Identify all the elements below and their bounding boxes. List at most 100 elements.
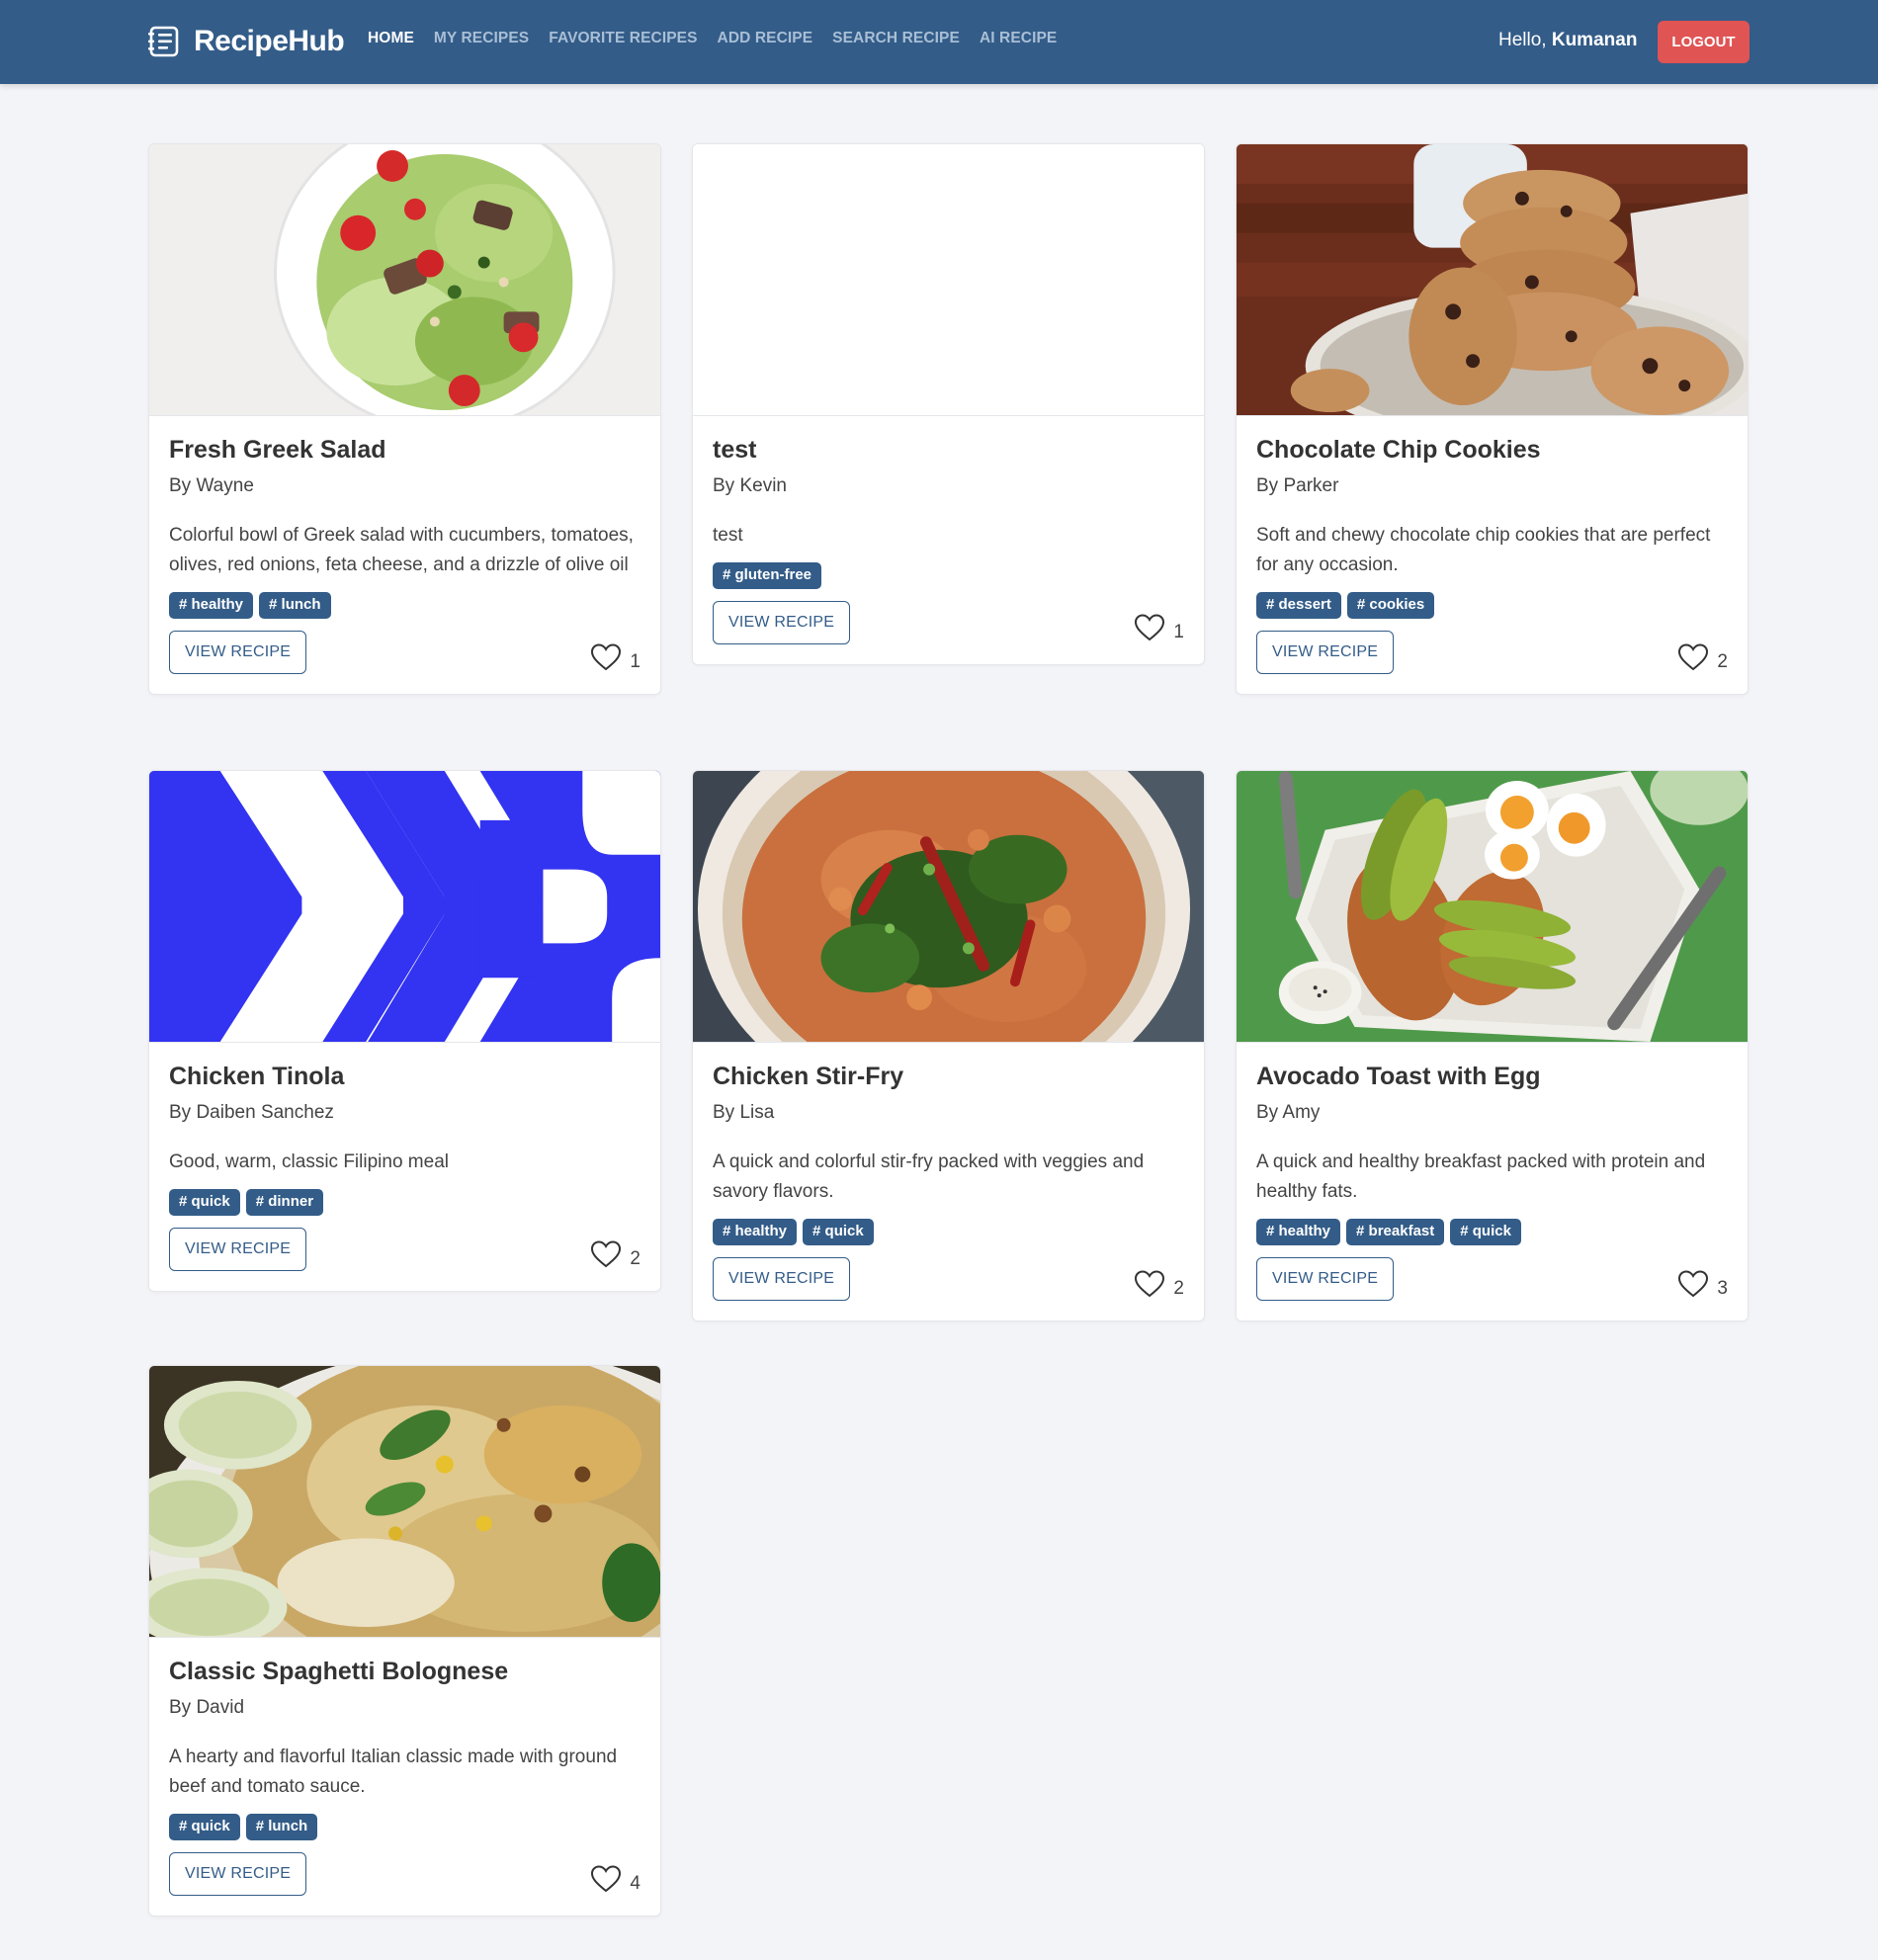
- recipe-list-icon: [148, 26, 179, 57]
- heart-icon[interactable]: [590, 1864, 622, 1894]
- like-control: 2: [590, 1239, 640, 1271]
- like-control: 2: [1677, 642, 1728, 674]
- logout-button[interactable]: LOGOUT: [1658, 21, 1750, 63]
- like-control: 1: [590, 642, 640, 674]
- heart-icon[interactable]: [1134, 1269, 1165, 1299]
- recipe-image: [149, 771, 660, 1043]
- cookies-photo: [1237, 144, 1748, 415]
- avocado-toast-photo: [1237, 771, 1748, 1042]
- card-footer: VIEW RECIPE 2: [713, 1257, 1184, 1301]
- stir-fry-photo: [693, 771, 1204, 1042]
- tag-dessert[interactable]: # dessert: [1256, 592, 1341, 619]
- heart-icon[interactable]: [590, 1239, 622, 1269]
- recipe-card-body: Fresh Greek Salad By Wayne Colorful bowl…: [149, 416, 660, 694]
- nav-ai-recipe[interactable]: AI RECIPE: [980, 30, 1057, 47]
- recipe-card: Classic Spaghetti Bolognese By David A h…: [148, 1365, 661, 1917]
- view-recipe-button[interactable]: VIEW RECIPE: [713, 1257, 851, 1301]
- recipe-author: By Parker: [1256, 475, 1339, 496]
- biryani-photo: [149, 1366, 660, 1637]
- tag-gluten-free[interactable]: # gluten-free: [713, 562, 822, 589]
- recipe-card-body: Classic Spaghetti Bolognese By David A h…: [149, 1638, 660, 1916]
- like-count: 2: [1717, 651, 1728, 672]
- recipe-image: [149, 144, 660, 416]
- nav-home[interactable]: HOME: [368, 30, 414, 47]
- recipe-card-body: Avocado Toast with Egg By Amy A quick an…: [1237, 1043, 1748, 1321]
- tag-list: # healthy # lunch: [169, 592, 640, 619]
- tag-list: # dessert # cookies: [1256, 592, 1728, 619]
- nav-add-recipe[interactable]: ADD RECIPE: [718, 30, 813, 47]
- view-recipe-button[interactable]: VIEW RECIPE: [713, 601, 851, 644]
- brand-link[interactable]: RecipeHub: [146, 20, 345, 63]
- card-footer: VIEW RECIPE 3: [1256, 1257, 1728, 1301]
- tag-quick[interactable]: # quick: [1450, 1219, 1521, 1245]
- view-recipe-button[interactable]: VIEW RECIPE: [1256, 631, 1395, 674]
- recipe-image: [1237, 771, 1748, 1043]
- greek-salad-photo: [149, 144, 660, 415]
- tag-quick[interactable]: # quick: [169, 1189, 240, 1216]
- tag-healthy[interactable]: # healthy: [169, 592, 254, 619]
- heart-icon[interactable]: [1677, 642, 1709, 672]
- recipe-title: Chicken Stir-Fry: [713, 1063, 904, 1090]
- recipe-author: By Wayne: [169, 475, 254, 496]
- recipe-description: A quick and healthy breakfast packed wit…: [1256, 1151, 1706, 1202]
- tag-lunch[interactable]: # lunch: [259, 592, 331, 619]
- recipe-card-body: Chocolate Chip Cookies By Parker Soft an…: [1237, 416, 1748, 694]
- recipe-image: [693, 771, 1204, 1043]
- card-footer: VIEW RECIPE 1: [713, 601, 1184, 644]
- recipe-title: test: [713, 436, 757, 464]
- tag-quick[interactable]: # quick: [803, 1219, 874, 1245]
- recipe-author: By Kevin: [713, 475, 787, 496]
- blank-image: [693, 144, 1204, 415]
- recipe-card: Chicken Tinola By Daiben Sanchez Good, w…: [148, 770, 661, 1292]
- recipe-card-body: Chicken Stir-Fry By Lisa A quick and col…: [693, 1043, 1204, 1321]
- view-recipe-button[interactable]: VIEW RECIPE: [169, 1228, 307, 1271]
- main-nav: HOME MY RECIPES FAVORITE RECIPES ADD REC…: [368, 30, 1057, 47]
- tag-list: # gluten-free: [713, 562, 1184, 589]
- recipe-card: test By Kevin test # gluten-free VIEW RE…: [692, 143, 1205, 665]
- like-count: 2: [630, 1248, 640, 1269]
- tag-list: # healthy # quick: [713, 1219, 1184, 1245]
- greeting-prefix: Hello,: [1498, 30, 1552, 50]
- like-count: 2: [1173, 1278, 1184, 1299]
- recipe-author: By Lisa: [713, 1102, 775, 1123]
- tag-dinner[interactable]: # dinner: [245, 1189, 324, 1216]
- recipe-title: Fresh Greek Salad: [169, 436, 386, 464]
- card-footer: VIEW RECIPE 4: [169, 1852, 640, 1896]
- like-count: 1: [1173, 622, 1184, 642]
- view-recipe-button[interactable]: VIEW RECIPE: [1256, 1257, 1395, 1301]
- tag-healthy[interactable]: # healthy: [1256, 1219, 1341, 1245]
- heart-icon[interactable]: [1677, 1269, 1709, 1299]
- recipe-card: Avocado Toast with Egg By Amy A quick an…: [1236, 770, 1749, 1321]
- recipe-card-body: test By Kevin test # gluten-free VIEW RE…: [693, 416, 1204, 664]
- recipe-card: Chocolate Chip Cookies By Parker Soft an…: [1236, 143, 1749, 695]
- tag-cookies[interactable]: # cookies: [1346, 592, 1435, 619]
- recipe-description: A hearty and flavorful Italian classic m…: [169, 1747, 618, 1797]
- nav-my-recipes[interactable]: MY RECIPES: [434, 30, 529, 47]
- tag-lunch[interactable]: # lunch: [245, 1814, 318, 1840]
- tag-healthy[interactable]: # healthy: [713, 1219, 798, 1245]
- recipe-image: [1237, 144, 1748, 416]
- card-footer: VIEW RECIPE 2: [169, 1228, 640, 1271]
- like-control: 3: [1677, 1269, 1728, 1301]
- recipe-author: By Amy: [1256, 1102, 1321, 1123]
- view-recipe-button[interactable]: VIEW RECIPE: [169, 631, 307, 674]
- tag-list: # healthy # breakfast # quick: [1256, 1219, 1728, 1245]
- view-recipe-button[interactable]: VIEW RECIPE: [169, 1852, 307, 1896]
- tag-quick[interactable]: # quick: [169, 1814, 240, 1840]
- recipe-description: Soft and chewy chocolate chip cookies th…: [1256, 525, 1711, 575]
- recipe-title: Avocado Toast with Egg: [1256, 1063, 1541, 1090]
- nav-search-recipe[interactable]: SEARCH RECIPE: [832, 30, 960, 47]
- nav-favorite-recipes[interactable]: FAVORITE RECIPES: [549, 30, 697, 47]
- heart-icon[interactable]: [1134, 613, 1165, 642]
- heart-icon[interactable]: [590, 642, 622, 672]
- recipe-card: Fresh Greek Salad By Wayne Colorful bowl…: [148, 143, 661, 695]
- recipe-description: A quick and colorful stir-fry packed wit…: [713, 1151, 1145, 1202]
- blue-logo-graphic: [149, 771, 660, 1042]
- tag-breakfast[interactable]: # breakfast: [1346, 1219, 1445, 1245]
- recipe-description: test: [713, 525, 743, 546]
- card-footer: VIEW RECIPE 2: [1256, 631, 1728, 674]
- recipe-card: Chicken Stir-Fry By Lisa A quick and col…: [692, 770, 1205, 1321]
- recipe-title: Chocolate Chip Cookies: [1256, 436, 1541, 464]
- recipe-image: [149, 1366, 660, 1638]
- recipe-description: Colorful bowl of Greek salad with cucumb…: [169, 525, 634, 575]
